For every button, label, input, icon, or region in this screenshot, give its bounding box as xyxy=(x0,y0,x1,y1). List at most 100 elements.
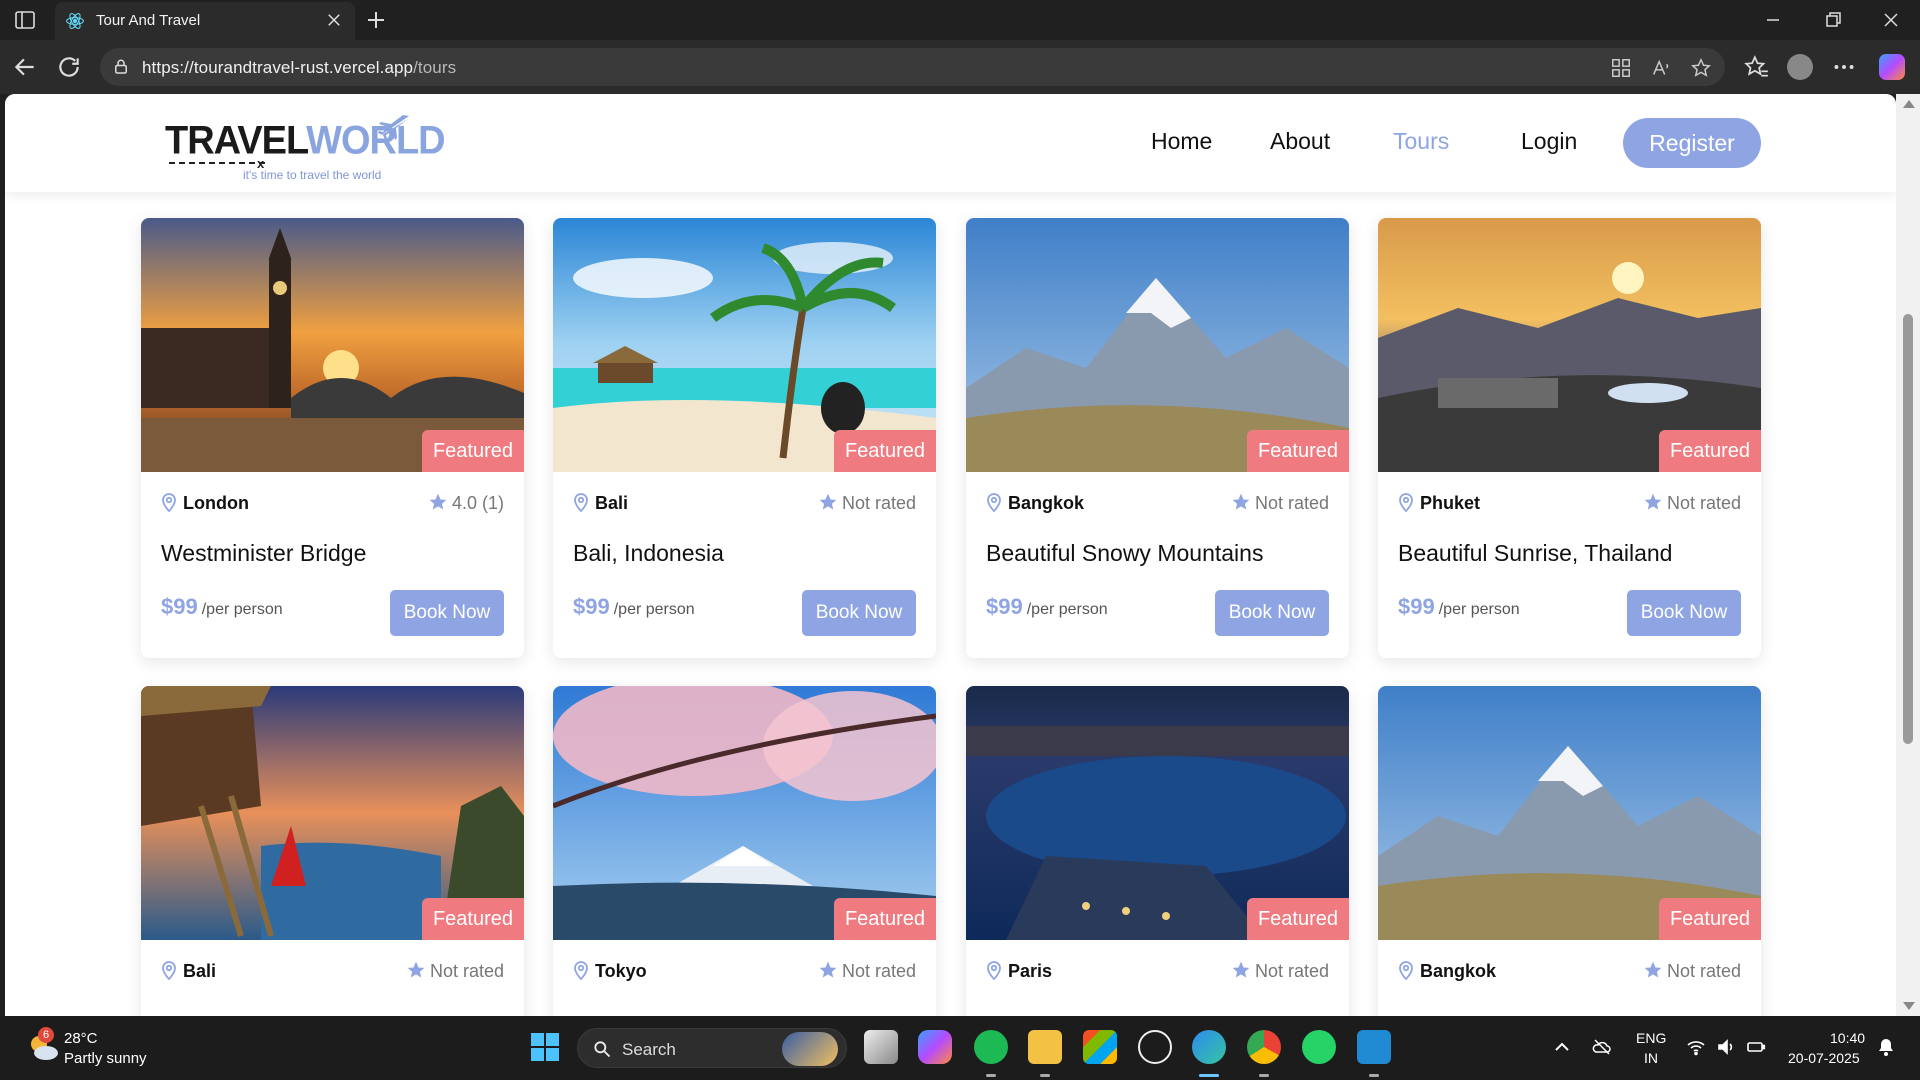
dell-icon[interactable] xyxy=(1138,1030,1172,1064)
copilot-taskbar-icon[interactable] xyxy=(918,1030,952,1064)
file-explorer-icon[interactable] xyxy=(1028,1030,1062,1064)
chevron-up-icon[interactable] xyxy=(1552,1037,1572,1057)
location-pin-icon xyxy=(162,493,176,512)
vscode-icon[interactable] xyxy=(1357,1030,1391,1064)
tour-location: Bali xyxy=(161,960,216,982)
tour-card: Featured Tokyo Not rated xyxy=(553,686,936,1016)
site-info-icon[interactable] xyxy=(112,58,130,76)
location-pin-icon xyxy=(1399,961,1413,980)
location-pin-icon xyxy=(162,961,176,980)
location-pin-icon xyxy=(574,961,588,980)
featured-badge: Featured xyxy=(1246,898,1349,940)
clock-date[interactable]: 20-07-2025 xyxy=(1788,1050,1860,1066)
app-available-icon[interactable] xyxy=(1610,57,1632,79)
volume-icon[interactable] xyxy=(1716,1037,1736,1057)
language-indicator-1[interactable]: ENG xyxy=(1636,1030,1666,1046)
tour-card: Featured Phuket Not rated Beautiful Sunr… xyxy=(1378,218,1761,658)
scroll-down-arrow-icon[interactable] xyxy=(1903,1002,1915,1010)
vscode-running-indicator xyxy=(1369,1074,1379,1077)
profile-avatar[interactable] xyxy=(1787,54,1813,80)
featured-badge: Featured xyxy=(1246,430,1349,472)
page-scrollbar[interactable] xyxy=(1896,94,1920,1016)
read-aloud-icon[interactable] xyxy=(1650,57,1672,79)
tour-card: Featured Bangkok Not rated Beautiful Sno… xyxy=(966,218,1349,658)
search-icon xyxy=(594,1041,611,1058)
featured-badge: Featured xyxy=(1658,898,1761,940)
language-indicator-2[interactable]: IN xyxy=(1644,1050,1658,1066)
minimize-icon[interactable] xyxy=(1763,10,1783,30)
nav-login[interactable]: Login xyxy=(1521,128,1577,155)
weather-condition[interactable]: Partly sunny xyxy=(64,1050,147,1067)
url-text[interactable]: https://tourandtravel-rust.vercel.app/to… xyxy=(142,58,456,78)
browser-tab[interactable]: Tour And Travel xyxy=(55,2,355,40)
edge-browser-icon[interactable] xyxy=(1192,1030,1226,1064)
favorites-icon[interactable] xyxy=(1744,54,1770,80)
tour-title[interactable]: Westminister Bridge xyxy=(161,540,366,567)
tour-rating: Not rated xyxy=(406,960,504,982)
page-viewport: TRAVELWORLD x it's time to travel the wo… xyxy=(5,94,1896,1016)
whatsapp-icon[interactable] xyxy=(1302,1030,1336,1064)
notifications-icon[interactable] xyxy=(1876,1037,1896,1057)
search-label: Search xyxy=(622,1040,676,1059)
windows-start-icon[interactable] xyxy=(528,1030,562,1064)
rating-star-icon xyxy=(819,493,837,510)
tour-card: Featured Paris Not rated xyxy=(966,686,1349,1016)
restore-icon[interactable] xyxy=(1823,10,1843,30)
book-now-button[interactable]: Book Now xyxy=(1627,590,1741,636)
book-now-button[interactable]: Book Now xyxy=(1215,590,1329,636)
nav-home[interactable]: Home xyxy=(1151,128,1212,155)
logo-flight-path xyxy=(169,162,265,164)
chrome-icon[interactable] xyxy=(1247,1030,1281,1064)
clock-time[interactable]: 10:40 xyxy=(1830,1030,1865,1046)
tour-location: Phuket xyxy=(1398,492,1480,514)
nav-about[interactable]: About xyxy=(1270,128,1330,155)
tour-card: Featured Bangkok Not rated xyxy=(1378,686,1761,1016)
close-tab-icon[interactable] xyxy=(325,11,343,29)
book-now-button[interactable]: Book Now xyxy=(390,590,504,636)
back-icon[interactable] xyxy=(12,54,38,80)
scroll-up-arrow-icon[interactable] xyxy=(1903,100,1915,108)
copilot-icon[interactable] xyxy=(1879,54,1905,80)
rating-star-icon xyxy=(429,493,447,510)
taskbar-search[interactable]: Search xyxy=(577,1028,847,1068)
refresh-icon[interactable] xyxy=(56,54,82,80)
task-view-icon[interactable] xyxy=(864,1030,898,1064)
react-favicon-icon xyxy=(66,13,84,29)
more-options-icon[interactable] xyxy=(1831,54,1857,80)
battery-icon[interactable] xyxy=(1746,1037,1766,1057)
spotify-running-indicator xyxy=(986,1074,996,1077)
search-highlight-image xyxy=(782,1032,838,1066)
favorite-star-icon[interactable] xyxy=(1690,57,1712,79)
book-now-button[interactable]: Book Now xyxy=(802,590,916,636)
browser-toolbar: https://tourandtravel-rust.vercel.app/to… xyxy=(0,40,1920,94)
tour-location: Bali xyxy=(573,492,628,514)
featured-badge: Featured xyxy=(421,898,524,940)
windows-taskbar: 6 28°C Partly sunny Search ENG IN 10:40 … xyxy=(0,1016,1920,1080)
onedrive-offline-icon[interactable] xyxy=(1592,1037,1612,1057)
tab-title: Tour And Travel xyxy=(96,12,201,29)
tour-title[interactable]: Beautiful Sunrise, Thailand xyxy=(1398,540,1672,567)
tour-rating: Not rated xyxy=(1231,960,1329,982)
site-logo[interactable]: TRAVELWORLD x it's time to travel the wo… xyxy=(165,112,446,182)
tour-rating: Not rated xyxy=(818,492,916,514)
microsoft-store-icon[interactable] xyxy=(1083,1030,1117,1064)
new-tab-icon[interactable] xyxy=(364,8,388,32)
tour-title[interactable]: Beautiful Snowy Mountains xyxy=(986,540,1263,567)
rating-star-icon xyxy=(1232,493,1250,510)
browser-tab-bar: Tour And Travel xyxy=(0,0,1920,40)
tab-actions-icon[interactable] xyxy=(12,8,38,32)
tour-rating: Not rated xyxy=(1231,492,1329,514)
spotify-icon[interactable] xyxy=(974,1030,1008,1064)
airplane-icon xyxy=(377,115,409,140)
nav-tours[interactable]: Tours xyxy=(1393,128,1449,155)
explorer-running-indicator xyxy=(1040,1074,1050,1077)
address-bar[interactable]: https://tourandtravel-rust.vercel.app/to… xyxy=(100,48,1725,86)
tour-title[interactable]: Bali, Indonesia xyxy=(573,540,724,567)
tour-location: Tokyo xyxy=(573,960,647,982)
scrollbar-thumb[interactable] xyxy=(1903,314,1913,744)
close-window-icon[interactable] xyxy=(1881,10,1901,30)
register-button[interactable]: Register xyxy=(1623,118,1761,168)
weather-temperature[interactable]: 28°C xyxy=(64,1030,98,1047)
tour-location: Paris xyxy=(986,960,1052,982)
wifi-icon[interactable] xyxy=(1686,1037,1706,1057)
